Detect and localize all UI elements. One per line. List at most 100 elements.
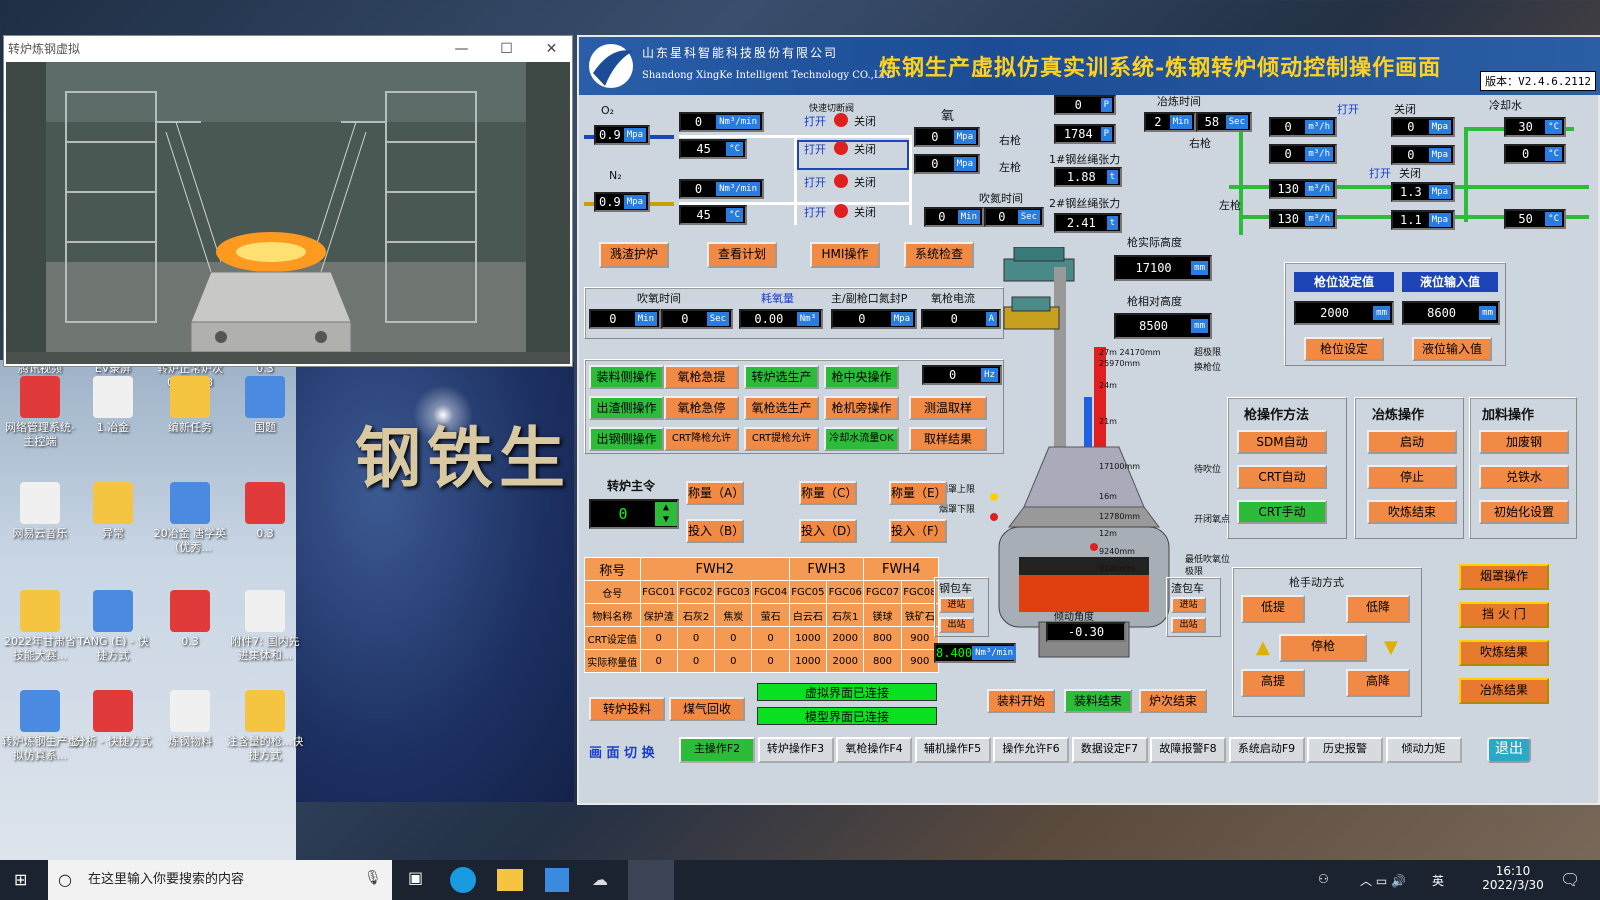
gun-manual-button[interactable]: 低降 bbox=[1346, 595, 1410, 623]
screen-tab[interactable]: 主操作F2 bbox=[679, 737, 755, 763]
right-op-button[interactable]: 冶炼结果 bbox=[1459, 678, 1549, 704]
edge-icon[interactable] bbox=[450, 867, 476, 893]
desktop-icon[interactable]: 分析 - 快捷方式 bbox=[73, 690, 153, 749]
valve-icon[interactable] bbox=[834, 113, 848, 127]
ladle-in-button[interactable]: 进站 bbox=[939, 597, 974, 613]
screen-tab[interactable]: 系统启动F9 bbox=[1228, 737, 1305, 763]
3d-converter-scene[interactable] bbox=[6, 62, 570, 364]
desktop-icon[interactable]: 转炉炼钢生产虚拟仿真系... bbox=[0, 690, 80, 763]
right-op-button[interactable]: 吹炼结果 bbox=[1459, 640, 1549, 666]
sim-taskbar-icon[interactable] bbox=[628, 860, 674, 900]
master-stepper[interactable]: ▲ ▼ bbox=[655, 502, 677, 526]
valve-icon[interactable] bbox=[834, 174, 848, 188]
gun-manual-button[interactable]: 高提 bbox=[1241, 669, 1305, 697]
windows-start-icon[interactable]: ⊞ bbox=[14, 870, 27, 889]
charge-op-button[interactable]: 初始化设置 bbox=[1479, 500, 1569, 524]
gun-method-button[interactable]: CRT手动 bbox=[1237, 500, 1327, 524]
desktop-icon[interactable]: TANG (E) - 快捷方式 bbox=[73, 590, 153, 663]
clock[interactable]: 16:10 2022/3/30 bbox=[1478, 864, 1548, 892]
ladle-out-button[interactable]: 出站 bbox=[939, 617, 974, 633]
screen-tab[interactable]: 氧枪操作F4 bbox=[836, 737, 912, 763]
language-indicator[interactable]: 英 bbox=[1432, 872, 1444, 889]
charge-button[interactable]: 装料结束 bbox=[1064, 689, 1132, 713]
hmi-window[interactable]: 山东星科智能科技股份有限公司 Shandong XingKe Intellige… bbox=[577, 35, 1600, 805]
taskbar-search[interactable]: 在这里输入你要搜索的内容 bbox=[48, 860, 392, 900]
weigh-button[interactable]: 投入（F） bbox=[889, 519, 947, 543]
gun-method-button[interactable]: SDM自动 bbox=[1237, 430, 1327, 454]
desktop-icon[interactable]: 网易云音乐 bbox=[0, 482, 80, 541]
charge-op-button[interactable]: 兑铁水 bbox=[1479, 465, 1569, 489]
screen-tab[interactable]: 辅机操作F5 bbox=[914, 737, 991, 763]
operation-button[interactable]: 测温取样 bbox=[909, 396, 987, 420]
desktop-icon[interactable]: 炼钢物料 bbox=[150, 690, 230, 749]
close-button[interactable]: ✕ bbox=[529, 36, 574, 62]
explorer-icon[interactable] bbox=[497, 869, 523, 891]
user-icon[interactable]: ⚇ bbox=[1318, 872, 1329, 886]
master-value[interactable]: 0 ▲ ▼ bbox=[589, 499, 679, 529]
top-button[interactable]: 溅渣护炉 bbox=[599, 242, 669, 268]
gun-manual-button[interactable]: 高降 bbox=[1346, 669, 1410, 697]
level-value[interactable]: 8600 mm bbox=[1402, 301, 1500, 325]
tray-icons[interactable]: ︿ ▭ 🔊 bbox=[1360, 872, 1406, 889]
right-op-button[interactable]: 烟罩操作 bbox=[1459, 564, 1549, 590]
desktop-icon[interactable]: 1.冶金 bbox=[73, 376, 153, 435]
right-op-button[interactable]: 挡 火 门 bbox=[1459, 602, 1549, 628]
weigh-button[interactable]: 称量（E） bbox=[889, 481, 947, 505]
operation-button[interactable]: 氧枪急停 bbox=[664, 396, 739, 420]
minimize-button[interactable]: — bbox=[439, 36, 484, 62]
gun-manual-button[interactable]: 停枪 bbox=[1279, 634, 1367, 662]
operation-button[interactable]: 氧枪急提 bbox=[664, 365, 739, 389]
charge-button[interactable]: 炉次结束 bbox=[1139, 689, 1207, 713]
level-input-button[interactable]: 液位输入值 bbox=[1412, 337, 1492, 361]
desktop-icon[interactable]: 20冶金 唐学英（优秀... bbox=[150, 482, 230, 555]
slag-in-button[interactable]: 进站 bbox=[1171, 597, 1206, 613]
screen-tab[interactable]: 倾动力矩 bbox=[1385, 737, 1462, 763]
operation-button[interactable]: 出钢侧操作 bbox=[589, 427, 664, 451]
desktop-icon[interactable]: 注含量的枪...快捷方式 bbox=[225, 690, 305, 763]
weigh-button[interactable]: 投入（D） bbox=[799, 519, 857, 543]
weigh-button[interactable]: 称量（C） bbox=[799, 481, 857, 505]
operation-button[interactable]: CRT降枪允许 bbox=[664, 427, 739, 451]
notification-icon[interactable]: 🗨 bbox=[1560, 870, 1580, 889]
valve-icon[interactable] bbox=[834, 204, 848, 218]
microphone-icon[interactable]: 🎙 bbox=[364, 870, 382, 886]
desktop-icon[interactable]: 编新任务 bbox=[150, 376, 230, 435]
top-button[interactable]: HMI操作 bbox=[810, 242, 880, 268]
smelt-op-button[interactable]: 吹炼结束 bbox=[1367, 500, 1457, 524]
desktop-icon[interactable]: 网络管理系统-主控端 bbox=[0, 376, 80, 449]
smelt-op-button[interactable]: 停止 bbox=[1367, 465, 1457, 489]
smelt-op-button[interactable]: 启动 bbox=[1367, 430, 1457, 454]
desktop-icon[interactable]: 异常 bbox=[73, 482, 153, 541]
store-icon[interactable] bbox=[545, 868, 569, 892]
maximize-button[interactable]: ☐ bbox=[484, 36, 529, 62]
charge-button[interactable]: 装料开始 bbox=[987, 689, 1055, 713]
operation-button[interactable]: 氧枪选生产 bbox=[744, 396, 819, 420]
gun-method-button[interactable]: CRT自动 bbox=[1237, 465, 1327, 489]
top-button[interactable]: 查看计划 bbox=[707, 242, 777, 268]
desktop-icon[interactable]: 国题 bbox=[225, 376, 305, 435]
sim-window[interactable]: 转炉炼钢虚拟 — ☐ ✕ bbox=[3, 35, 573, 367]
operation-button[interactable]: 转炉选生产 bbox=[744, 365, 819, 389]
gun-set-button[interactable]: 枪位设定 bbox=[1304, 337, 1384, 361]
operation-button[interactable]: 枪中央操作 bbox=[824, 365, 899, 389]
desktop-icon[interactable]: 0.3 bbox=[150, 590, 230, 649]
operation-button[interactable]: 枪机旁操作 bbox=[824, 396, 899, 420]
operation-button[interactable]: 取样结果 bbox=[909, 427, 987, 451]
operation-button[interactable]: 出渣侧操作 bbox=[589, 396, 664, 420]
weigh-button[interactable]: 投入（B） bbox=[686, 519, 744, 543]
weigh-button[interactable]: 称量（A） bbox=[686, 481, 744, 505]
operation-button[interactable]: 装料侧操作 bbox=[589, 365, 664, 389]
desktop-icon[interactable]: 附件7: 国内先进集体和... bbox=[225, 590, 305, 663]
valve-icon[interactable] bbox=[834, 141, 848, 155]
desktop-icon[interactable]: 0.3 bbox=[225, 482, 305, 541]
operation-button[interactable]: CRT提枪允许 bbox=[744, 427, 819, 451]
gun-manual-button[interactable]: 低提 bbox=[1241, 595, 1305, 623]
feed-button[interactable]: 煤气回收 bbox=[669, 697, 745, 721]
gun-set-value[interactable]: 2000 mm bbox=[1294, 301, 1394, 325]
feed-button[interactable]: 转炉投料 bbox=[589, 697, 665, 721]
top-button[interactable]: 系统检查 bbox=[904, 242, 974, 268]
charge-op-button[interactable]: 加废钢 bbox=[1479, 430, 1569, 454]
exit-button[interactable]: 退出 bbox=[1487, 737, 1531, 763]
operation-button[interactable]: 冷却水流量OK bbox=[824, 427, 899, 451]
slag-out-button[interactable]: 出站 bbox=[1171, 617, 1206, 633]
